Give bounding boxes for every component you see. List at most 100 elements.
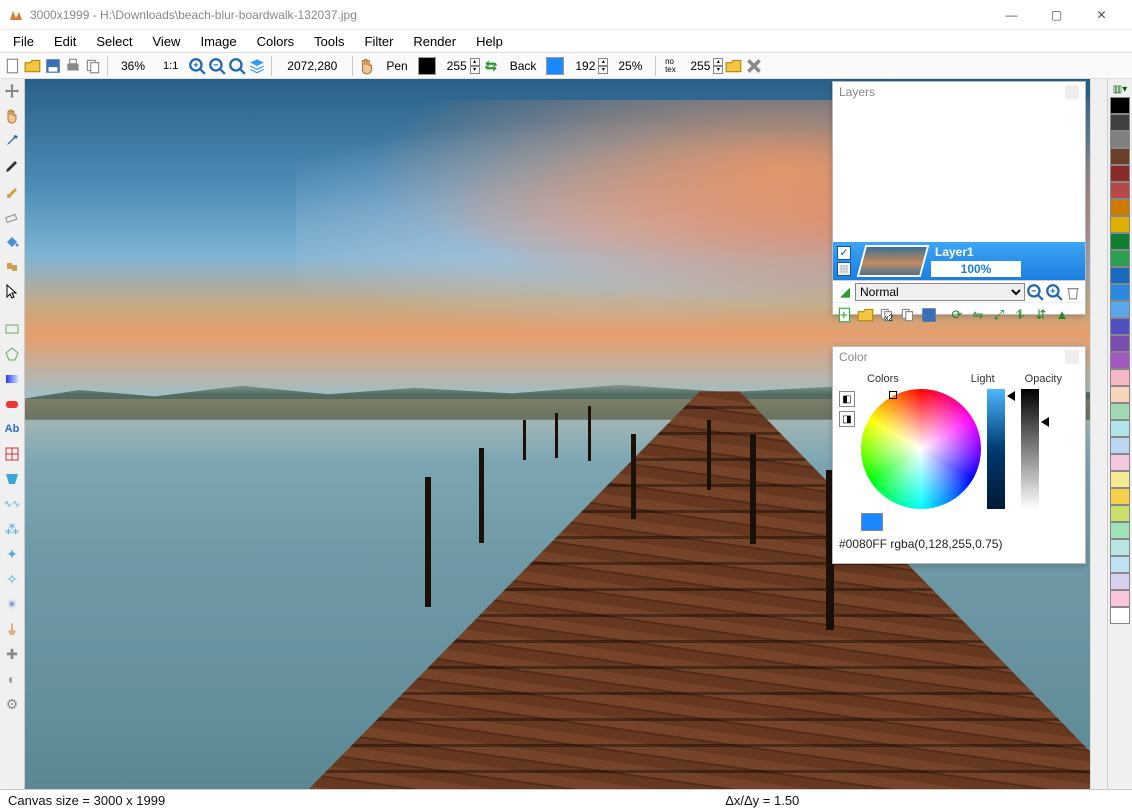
palette-swatch[interactable] [1110,267,1130,284]
shape-poly-tool[interactable] [2,344,22,364]
palette-menu-icon[interactable]: ▥▾ [1110,81,1130,97]
palette-swatch[interactable] [1110,471,1130,488]
script-tool[interactable]: ⚙ [2,694,22,714]
palette-swatch[interactable] [1110,590,1130,607]
palette-swatch[interactable] [1110,556,1130,573]
palette-swatch[interactable] [1110,182,1130,199]
menu-image[interactable]: Image [190,32,246,51]
folder-icon[interactable] [725,57,743,75]
picker-mode-1-icon[interactable]: ◧ [839,391,855,407]
hand-icon[interactable] [358,57,376,75]
layers-icon[interactable] [248,57,266,75]
zoom-out-icon[interactable] [208,57,226,75]
zoom-in-icon[interactable] [188,57,206,75]
palette-swatch[interactable] [1110,437,1130,454]
color-panel[interactable]: Color Colors Light Opacity ◧ ◨ [832,346,1086,564]
palette-swatch[interactable] [1110,607,1130,624]
menu-filter[interactable]: Filter [355,32,404,51]
brush-tool[interactable] [2,181,22,201]
layer-thumbnail[interactable] [857,245,930,277]
layer-mirror-icon[interactable]: ⇵ [1032,306,1050,324]
palette-swatch[interactable] [1110,386,1130,403]
menu-render[interactable]: Render [403,32,466,51]
palette-swatch[interactable] [1110,454,1130,471]
palette-swatch[interactable] [1110,284,1130,301]
finger-tool[interactable] [2,619,22,639]
menu-tools[interactable]: Tools [304,32,354,51]
print-icon[interactable] [64,57,82,75]
minimize-button[interactable]: — [989,1,1034,29]
back-alpha-spinner[interactable]: ▴▾ [598,58,608,74]
text-alpha[interactable]: 255 [681,59,711,73]
current-color-swatch[interactable] [861,513,883,531]
layer-visible-checkbox[interactable]: ✓ [837,246,851,260]
sharpen-tool[interactable]: ✴ [2,594,22,614]
color-wheel[interactable] [861,389,981,509]
dodge-tool[interactable]: ◐ [2,669,22,689]
droplet-icon[interactable]: ◢ [836,283,854,301]
text-alpha-spinner[interactable]: ▴▾ [713,58,723,74]
layers-panel[interactable]: Layers ✓ ▦ Layer1 100% ◢ Normal x2 ⟳ ⇋ [832,81,1086,315]
lightness-cursor[interactable] [1007,391,1015,401]
lightness-slider[interactable] [987,389,1005,509]
palette-swatch[interactable] [1110,505,1130,522]
grid-tool[interactable] [2,444,22,464]
layer-save-icon[interactable] [920,306,938,324]
pen-alpha-spinner[interactable]: ▴▾ [470,58,480,74]
close-button[interactable]: ✕ [1079,1,1124,29]
palette-swatch[interactable] [1110,148,1130,165]
move-tool[interactable] [2,81,22,101]
darken-tool[interactable]: ✧ [2,569,22,589]
copy-icon[interactable] [84,57,102,75]
palette-swatch[interactable] [1110,539,1130,556]
layer-fliph-icon[interactable]: ⇋ [969,306,987,324]
layer-name[interactable]: Layer1 [931,245,1081,259]
smudge-tool[interactable]: ⁂ [2,519,22,539]
menu-select[interactable]: Select [86,32,142,51]
pencil-tool[interactable] [2,156,22,176]
deform-tool[interactable] [2,469,22,489]
blur-tool[interactable]: ∿∿ [2,494,22,514]
palette-swatch[interactable] [1110,488,1130,505]
lighten-tool[interactable]: ✦ [2,544,22,564]
layer-merge-icon[interactable] [899,306,917,324]
palette-swatch[interactable] [1110,335,1130,352]
opacity-slider[interactable] [1021,389,1039,509]
blend-mode-select[interactable]: Normal [855,283,1025,301]
palette-swatch[interactable] [1110,573,1130,590]
palette-swatch[interactable] [1110,420,1130,437]
palette-swatch[interactable] [1110,403,1130,420]
palette-swatch[interactable] [1110,369,1130,386]
layer-zoom-in-icon[interactable] [1045,283,1063,301]
menu-view[interactable]: View [143,32,191,51]
text-tool[interactable]: Ab [2,419,22,439]
clone-tool[interactable] [2,256,22,276]
palette-swatch[interactable] [1110,131,1130,148]
layer-zoom-out-icon[interactable] [1026,283,1044,301]
fill-tool[interactable] [2,231,22,251]
palette-swatch[interactable] [1110,352,1130,369]
color-close-button[interactable] [1065,350,1079,364]
palette-swatch[interactable] [1110,233,1130,250]
menu-help[interactable]: Help [466,32,513,51]
picker-mode-2-icon[interactable]: ◨ [839,411,855,427]
layer-flipv-icon[interactable]: ⥮ [1011,306,1029,324]
opacity-value[interactable]: 25% [610,59,650,73]
layer-row[interactable]: ✓ ▦ Layer1 100% [833,242,1085,280]
layer-new-icon[interactable] [836,306,854,324]
pen-alpha[interactable]: 255 [438,59,468,73]
zoom-actual-icon[interactable] [228,57,246,75]
open-file-icon[interactable] [24,57,42,75]
palette-swatch[interactable] [1110,165,1130,182]
notex-icon[interactable]: notex [661,57,679,75]
palette-swatch[interactable] [1110,114,1130,131]
palette-swatch[interactable] [1110,250,1130,267]
back-swatch[interactable] [546,57,564,75]
opacity-cursor[interactable] [1041,417,1049,427]
palette-swatch[interactable] [1110,522,1130,539]
eraser-tool[interactable] [2,206,22,226]
layer-opacity[interactable]: 100% [931,261,1021,277]
shape-rect-tool[interactable] [2,319,22,339]
layers-close-button[interactable] [1065,85,1079,99]
swap-colors-icon[interactable] [482,57,500,75]
